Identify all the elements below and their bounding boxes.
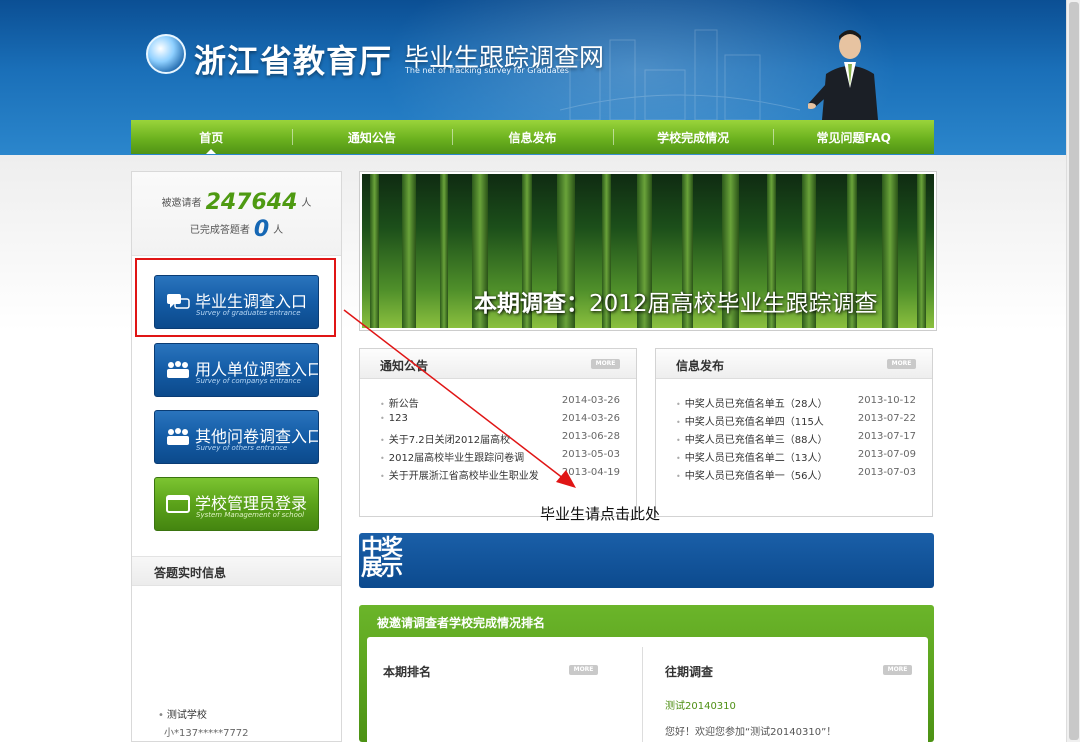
presenter-figure [808,30,878,120]
other-survey-button[interactable]: 其他问卷调查入口 Survey of others entrance [154,410,319,464]
stats-box: 被邀请者 247644 人 已完成答题者 0 人 [132,172,341,256]
list-item[interactable]: 中奖人员已充值名单一（56人） 2013-07-03 [676,465,916,483]
info-panel-header: 信息发布 MORE [656,349,932,379]
site-title: 浙江省教育厅 [194,42,393,80]
scrollbar-thumb[interactable] [1069,2,1079,740]
nav-notices[interactable]: 通知公告 [291,120,453,154]
past-survey-link[interactable]: 测试20140310 [665,697,736,712]
nav-school-progress[interactable]: 学校完成情况 [612,120,774,154]
past-survey-heading: 往期调查 [665,665,714,679]
employer-survey-sub: Survey of companys entrance [196,377,301,385]
list-item-title: 中奖人员已充值名单三（88人） [676,431,836,446]
info-more-button[interactable]: MORE [887,359,916,369]
main-nav: 首页 通知公告 信息发布 学校完成情况 常见问题FAQ [131,120,934,154]
list-item-date: 2013-10-12 [857,395,916,406]
ranking-body: 本期排名 MORE 往期调查 MORE 测试20140310 您好！欢迎您参加“… [367,637,928,742]
nav-home[interactable]: 首页 [131,120,292,154]
bamboo-stalk [882,174,898,328]
highlight-box [135,258,336,337]
people-group-icon [167,428,189,445]
school-admin-sub: System Management of school [196,511,305,519]
annotation-text: 毕业生请点击此处 [540,505,661,523]
school-admin-login-button[interactable]: 学校管理员登录 System Management of school [154,477,319,531]
live-item-school: • 测试学校 [158,706,207,721]
info-panel: 信息发布 MORE 中奖人员已充值名单五（28人） 2013-10-12 中奖人员… [655,348,933,517]
list-item[interactable]: 中奖人员已充值名单四（115人 2013-07-22 [676,411,916,429]
people-group-icon [167,361,189,378]
list-item-date: 2013-07-17 [857,431,916,442]
bamboo-stalk [917,174,926,328]
logo-icon [146,34,186,74]
list-item-date: 2013-07-03 [857,467,916,478]
list-item-date: 2013-07-22 [857,413,916,424]
invited-unit: 人 [301,198,312,209]
invited-label: 被邀请者 [161,198,202,209]
live-info-title: 答题实时信息 [132,556,341,586]
nav-info[interactable]: 信息发布 [452,120,613,154]
list-item[interactable]: 中奖人员已充值名单二（13人） 2013-07-09 [676,447,916,465]
done-unit: 人 [273,225,284,236]
list-item-title: 中奖人员已充值名单五（28人） [676,395,836,410]
notice-more-button[interactable]: MORE [591,359,620,369]
window-icon [166,495,190,513]
current-ranking-more-button[interactable]: MORE [569,665,598,675]
list-item[interactable]: 中奖人员已充值名单五（28人） 2013-10-12 [676,393,916,411]
past-survey-desc: 您好！欢迎您参加“测试20140310”！ [665,727,837,738]
banner-text: 2012届高校毕业生跟踪调查 [589,291,878,317]
employer-survey-button[interactable]: 用人单位调查入口 Survey of companys entrance [154,343,319,397]
invited-stat: 被邀请者 247644 人 [132,190,341,215]
bullet-icon: • [158,710,164,721]
list-item-date: 2013-07-09 [857,449,916,460]
done-label: 已完成答题者 [189,225,250,236]
nav-faq[interactable]: 常见问题FAQ [773,120,934,154]
live-item-user: 小*137*****7772 [164,728,249,739]
list-item-title: 中奖人员已充值名单一（56人） [676,467,836,482]
ranking-section: 被邀请调查者学校完成情况排名 本期排名 MORE 往期调查 MORE 测试201… [359,605,934,742]
invited-count: 247644 [205,190,298,215]
list-item-title: 中奖人员已充值名单四（115人 [676,413,836,428]
other-survey-sub: Survey of others entrance [196,444,288,452]
site-subtitle-en: The net of Tracking survey for Graduates [405,66,569,75]
info-list: 中奖人员已充值名单五（28人） 2013-10-12 中奖人员已充值名单四（115… [676,393,916,483]
info-title: 信息发布 [676,359,725,373]
annotation-arrow-icon [343,309,576,488]
done-count: 0 [253,217,270,242]
vertical-scrollbar[interactable] [1066,0,1080,742]
list-item[interactable]: 中奖人员已充值名单三（88人） 2013-07-17 [676,429,916,447]
past-survey-more-button[interactable]: MORE [883,665,912,675]
ranking-title: 被邀请调查者学校完成情况排名 [377,616,546,630]
current-ranking-heading: 本期排名 [383,665,432,679]
left-sidebar: 被邀请者 247644 人 已完成答题者 0 人 毕业生调查入口 Survey of g… [131,171,342,742]
done-stat: 已完成答题者 0 人 [132,217,341,242]
winners-title: 中奖展示 [361,536,403,581]
live-school-name: 测试学校 [166,710,207,721]
divider [642,647,643,742]
winners-banner[interactable]: 中奖展示 [359,533,934,588]
list-item-title: 中奖人员已充值名单二（13人） [676,449,836,464]
